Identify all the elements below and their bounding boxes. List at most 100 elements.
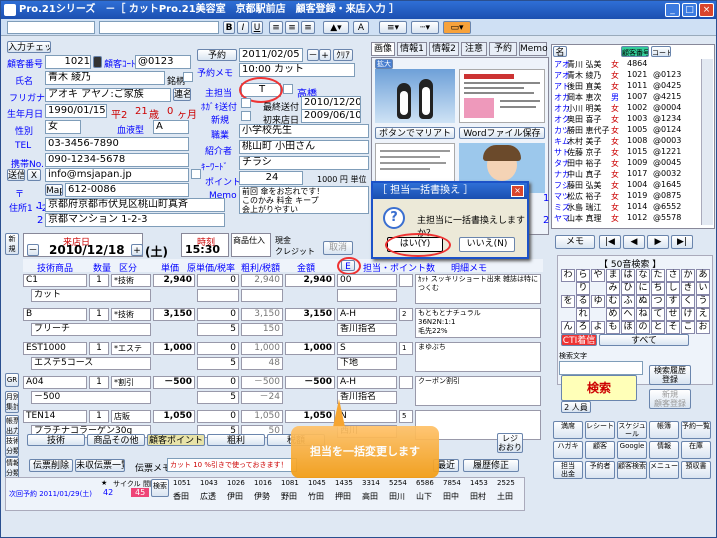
memo-button[interactable]: メモ <box>555 235 595 249</box>
cell-item[interactable]: C1 <box>23 274 87 287</box>
line-style-button[interactable]: ≡▾ <box>379 21 407 34</box>
right-grid-button[interactable]: メニュー <box>649 461 679 479</box>
furigana-field[interactable]: アオキ アヤノ:ご家族 <box>45 88 171 102</box>
cell-staff[interactable]: A-H <box>337 308 397 321</box>
address2-field[interactable]: 京都マンション 1-2-3 <box>45 213 225 227</box>
search-input[interactable] <box>559 361 643 375</box>
word-save-button[interactable]: Wordファイル保存 <box>459 127 545 139</box>
register-button[interactable]: レジ おおり <box>497 433 523 453</box>
list-row-name[interactable]: 後田 直美 <box>567 81 602 92</box>
memo2-field[interactable]: 前回 傘をお忘れです！ このかみ 料金 キープ 会上がりやすい <box>239 186 369 214</box>
cell-pt[interactable]: 5 <box>399 410 413 423</box>
nav-button[interactable]: ◀ <box>623 235 645 249</box>
list-header-name[interactable]: 名 <box>553 46 567 57</box>
list-row-name[interactable]: 藤田 弘美 <box>567 180 602 191</box>
dm-checkbox[interactable] <box>183 72 193 82</box>
kana-key[interactable]: た <box>651 269 665 282</box>
kana-key[interactable]: め <box>606 308 620 321</box>
shape-button[interactable]: ▭▾ <box>443 21 471 34</box>
cell-qty[interactable]: 1 <box>89 342 109 355</box>
cell-staff[interactable]: A-H <box>337 376 397 389</box>
cell-qty[interactable]: 1 <box>89 308 109 321</box>
history-badge[interactable]: 検索 <box>151 479 169 497</box>
kana-key[interactable]: ち <box>651 282 665 295</box>
name-field[interactable]: 青木 綾乃 <box>45 71 165 85</box>
list-row-name[interactable]: 中山 真子 <box>567 169 602 180</box>
nav-button[interactable]: |◀ <box>599 235 621 249</box>
cell-cost[interactable]: 0 <box>197 376 239 389</box>
cell-cost[interactable]: 0 <box>197 410 239 423</box>
kana-key[interactable]: つ <box>651 295 665 308</box>
italic-button[interactable]: I <box>237 21 249 34</box>
kana-key[interactable]: て <box>651 308 665 321</box>
barcode-icon[interactable] <box>93 56 102 68</box>
list-row-name[interactable]: 田中 裕子 <box>567 158 602 169</box>
tab-reservation[interactable]: 予約 <box>489 42 517 56</box>
cell-pt[interactable] <box>399 274 413 287</box>
search-history-button[interactable]: 検索履歴 登録 <box>649 365 691 385</box>
kana-key[interactable]: る <box>576 295 590 308</box>
kana-key[interactable]: さ <box>666 269 680 282</box>
cell-cost2[interactable]: 5 <box>197 323 239 336</box>
gender-select[interactable]: 女 <box>45 120 81 134</box>
right-grid-button[interactable]: 在庫 <box>681 441 711 459</box>
kana-key[interactable]: お <box>696 321 710 334</box>
font-color-button[interactable]: A <box>353 21 369 34</box>
cell-item[interactable]: TEN14 <box>23 410 87 423</box>
list-row-name[interactable]: 山本 真理 <box>567 213 602 224</box>
send-button[interactable]: 送信 <box>7 169 25 181</box>
footer-tab[interactable]: 技術 <box>27 434 85 446</box>
new-customer-button[interactable]: 新規 顧客登録 <box>649 389 691 409</box>
nav-button[interactable]: ▶ <box>647 235 669 249</box>
cell-cost[interactable]: 0 <box>197 342 239 355</box>
left-side-info[interactable]: 情報 分類 <box>5 457 19 479</box>
font-select[interactable] <box>7 21 95 34</box>
date-plus-button[interactable]: + <box>319 49 331 61</box>
kana-key[interactable]: く <box>681 295 695 308</box>
kana-key[interactable]: と <box>651 321 665 334</box>
kana-key[interactable]: ぬ <box>636 295 650 308</box>
right-grid-button[interactable]: スケジュール <box>617 421 647 439</box>
dash-style-button[interactable]: ┄▾ <box>411 21 439 34</box>
footer-tab[interactable]: 顧客ポイント <box>147 434 205 446</box>
cell-staff[interactable]: S <box>337 342 397 355</box>
minimize-button[interactable]: _ <box>665 3 680 17</box>
kana-key[interactable]: も <box>606 321 620 334</box>
list-row-name[interactable]: 勝田 恵代子 <box>567 125 610 136</box>
right-grid-button[interactable]: 予約一覧 <box>681 421 711 439</box>
kana-key[interactable]: を <box>561 295 575 308</box>
customer-list-scrollbar[interactable] <box>701 59 713 225</box>
blood-select[interactable]: A <box>153 120 189 134</box>
address1-field[interactable]: 京都府京都市伏見区桃山町真斉 <box>45 198 225 212</box>
kana-key[interactable]: の <box>636 321 650 334</box>
right-grid-button[interactable]: 満席 <box>553 421 583 439</box>
input-check-button[interactable]: 入力チェック <box>7 41 51 53</box>
cell-kbn[interactable]: 店販 <box>111 410 151 423</box>
postal-field[interactable]: 612-0086 <box>65 183 189 197</box>
tab-image[interactable]: 画像 <box>371 42 395 56</box>
reservation-memo-field[interactable]: 10:00 カット <box>239 63 355 77</box>
mari-button[interactable]: ボタンでマリアト <box>375 127 455 139</box>
cell-qty[interactable]: 1 <box>89 376 109 389</box>
bold-button[interactable]: B <box>223 21 235 34</box>
cell-pt[interactable]: 2 <box>399 308 413 321</box>
cell-price[interactable]: 3,150 <box>153 308 195 321</box>
kana-key[interactable]: ひ <box>621 282 635 295</box>
cell-cost2[interactable] <box>197 289 239 302</box>
kana-key[interactable]: こ <box>681 321 695 334</box>
right-grid-button[interactable]: Google <box>617 441 647 459</box>
cell-memo[interactable]: もともとナチュラル 36N2N:1:1 毛先22% <box>415 308 541 338</box>
hogaki-checkbox[interactable] <box>241 98 251 108</box>
left-side-new[interactable]: 新規追加 <box>5 233 19 255</box>
kana-key[interactable]: か <box>681 269 695 282</box>
kana-key[interactable]: ら <box>576 269 590 282</box>
cell-staff2[interactable]: 下地 <box>337 357 397 370</box>
search-button[interactable]: 検索 <box>561 375 637 401</box>
kana-key[interactable]: わ <box>561 269 575 282</box>
dialog-close-button[interactable]: × <box>511 185 524 197</box>
kana-key[interactable]: あ <box>696 269 710 282</box>
cell-item[interactable]: A04 <box>23 376 87 389</box>
visit-date-minus[interactable]: － <box>27 244 39 256</box>
right-grid-button[interactable]: ハガキ <box>553 441 583 459</box>
email-x-button[interactable]: X <box>27 169 41 181</box>
